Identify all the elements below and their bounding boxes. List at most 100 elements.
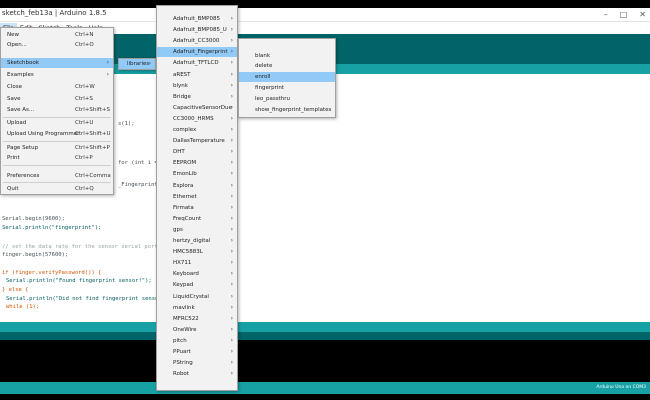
- library-item[interactable]: Keyboard ›: [157, 269, 237, 279]
- chevron-right-icon: ›: [230, 270, 233, 278]
- library-item[interactable]: aREST ›: [157, 70, 237, 80]
- example-leo-passthru[interactable]: leo_passthru: [239, 94, 335, 104]
- library-item[interactable]: LiquidCrystal ›: [157, 292, 237, 302]
- file-menu-sketchbook[interactable]: Sketchbook ›: [1, 58, 113, 68]
- maximize-icon[interactable]: □: [620, 10, 628, 20]
- file-menu-preferences[interactable]: Preferences Ctrl+Comma: [1, 171, 113, 181]
- library-item[interactable]: FreqCount ›: [157, 214, 237, 224]
- example-enroll[interactable]: enroll: [239, 72, 335, 82]
- library-item[interactable]: Adafruit_BMP085 ›: [157, 14, 237, 24]
- library-item[interactable]: Adafruit_Fingerprint ›: [157, 47, 237, 58]
- library-item[interactable]: CapacitiveSensorDue ›: [157, 103, 237, 113]
- library-item[interactable]: HX711 ›: [157, 258, 237, 268]
- menu-separator: [3, 165, 111, 166]
- library-item[interactable]: DallasTemperature ›: [157, 136, 237, 146]
- code-line: } else {: [2, 287, 29, 293]
- submenu-libraries[interactable]: libraries ›: [119, 59, 155, 69]
- chevron-right-icon: ›: [230, 37, 233, 45]
- file-menu-examples[interactable]: Examples ›: [1, 70, 113, 80]
- library-item[interactable]: HMC5883L ›: [157, 247, 237, 257]
- library-item[interactable]: OneWire ›: [157, 325, 237, 335]
- minimize-icon[interactable]: –: [604, 10, 608, 20]
- menu-item-label: OneWire: [173, 326, 197, 333]
- file-menu-print[interactable]: Print Ctrl+P: [1, 153, 113, 163]
- library-item[interactable]: Bridge ›: [157, 92, 237, 102]
- menu-item-label: Upload Using Programmer: [7, 131, 80, 137]
- file-menu-page-setup[interactable]: Page Setup Ctrl+Shift+P: [1, 143, 113, 153]
- menu-item-label: HX711: [173, 260, 192, 267]
- chevron-right-icon: ›: [230, 292, 233, 300]
- code-line: if (finger.verifyPassword()) {: [2, 270, 102, 276]
- menu-item-label: leo_passthru: [255, 96, 291, 102]
- library-item[interactable]: Esplora ›: [157, 181, 237, 191]
- message-bar: [0, 332, 650, 340]
- library-item[interactable]: pitch ›: [157, 336, 237, 346]
- file-menu: New Ctrl+N Open... Ctrl+O Sketchbook › Exam…: [0, 27, 114, 195]
- example-show-fingerprint-templates[interactable]: show_fingerprint_templates: [239, 105, 335, 115]
- library-item[interactable]: blynk ›: [157, 81, 237, 91]
- screen: sketch_feb13a | Arduino 1.8.5 – □ ✕ File…: [0, 0, 650, 400]
- menu-item-shortcut: Ctrl+P: [75, 155, 93, 161]
- chevron-right-icon: ›: [148, 60, 151, 67]
- library-item[interactable]: DHT ›: [157, 147, 237, 157]
- library-item[interactable]: CC3000_HRMS ›: [157, 114, 237, 124]
- menu-item-label: Sketchbook: [7, 60, 39, 66]
- menu-item-label: pitch: [173, 337, 187, 344]
- library-item[interactable]: hertzy_digital ›: [157, 236, 237, 246]
- library-item[interactable]: EEPROM ›: [157, 158, 237, 168]
- file-menu-new[interactable]: New Ctrl+N: [1, 30, 113, 40]
- file-menu-save-as[interactable]: Save As... Ctrl+Shift+S: [1, 105, 113, 115]
- menu-item-label: PString: [173, 360, 193, 367]
- file-menu-save[interactable]: Save Ctrl+S: [1, 94, 113, 104]
- file-menu-quit[interactable]: Quit Ctrl+Q: [1, 184, 113, 194]
- library-item[interactable]: MFRC522 ›: [157, 314, 237, 324]
- menu-item-shortcut: Ctrl+U: [75, 120, 94, 126]
- library-item[interactable]: EmonLib ›: [157, 169, 237, 179]
- chevron-right-icon: ›: [230, 114, 233, 122]
- menu-item-label: Robot: [173, 371, 189, 378]
- file-menu-upload-programmer[interactable]: Upload Using Programmer Ctrl+Shift+U: [1, 129, 113, 139]
- library-item[interactable]: Ethernet ›: [157, 192, 237, 202]
- library-item[interactable]: gps ›: [157, 225, 237, 235]
- menu-item-label: Examples: [7, 72, 34, 78]
- menu-item-label: EmonLib: [173, 171, 197, 178]
- chevron-right-icon: ›: [230, 259, 233, 267]
- chevron-right-icon: ›: [230, 81, 233, 89]
- menu-item-shortcut: Ctrl+W: [75, 84, 95, 90]
- menu-item-label: Save: [7, 96, 21, 102]
- chevron-right-icon: ›: [230, 15, 233, 22]
- library-item[interactable]: Adafruit_BMP085_U ›: [157, 25, 237, 35]
- bottom-status-bar: Arduino Uno on COM3: [0, 382, 650, 394]
- menu-item-label: blank: [255, 53, 271, 59]
- menu-item-label: Page Setup: [7, 145, 39, 151]
- example-delete[interactable]: delete: [239, 61, 335, 71]
- chevron-right-icon: ›: [230, 370, 233, 378]
- menu-item-label: mavlink: [173, 304, 195, 311]
- library-item[interactable]: complex ›: [157, 125, 237, 135]
- close-icon[interactable]: ✕: [639, 10, 646, 20]
- menu-item-label: enroll: [255, 74, 271, 80]
- chevron-right-icon: ›: [230, 314, 233, 322]
- file-menu-upload[interactable]: Upload Ctrl+U: [1, 118, 113, 128]
- example-fingerprint[interactable]: fingerprint: [239, 83, 335, 93]
- menu-item-label: Adafruit_Fingerprint: [173, 49, 228, 56]
- file-menu-close[interactable]: Close Ctrl+W: [1, 82, 113, 92]
- chevron-right-icon: ›: [230, 137, 233, 145]
- library-item[interactable]: Firmata ›: [157, 203, 237, 213]
- menu-item-label: PPuart: [173, 349, 191, 355]
- library-item[interactable]: PString ›: [157, 358, 237, 368]
- library-item[interactable]: Adafruit_CC3000 ›: [157, 36, 237, 46]
- code-line: finger.begin(57600);: [2, 252, 69, 258]
- menu-separator: [3, 182, 111, 183]
- library-item[interactable]: Adafruit_TFTLCD ›: [157, 58, 237, 68]
- chevron-right-icon: ›: [230, 26, 233, 34]
- library-item[interactable]: Robot ›: [157, 369, 237, 379]
- example-blank[interactable]: blank: [239, 51, 335, 61]
- code-line: Serial.begin(9600);: [2, 216, 65, 222]
- library-item[interactable]: PPuart ›: [157, 347, 237, 357]
- menu-separator: [3, 141, 111, 142]
- library-item[interactable]: mavlink ›: [157, 303, 237, 313]
- file-menu-open[interactable]: Open... Ctrl+O: [1, 40, 113, 50]
- menu-item-label: delete: [255, 63, 273, 69]
- library-item[interactable]: Keypad ›: [157, 280, 237, 290]
